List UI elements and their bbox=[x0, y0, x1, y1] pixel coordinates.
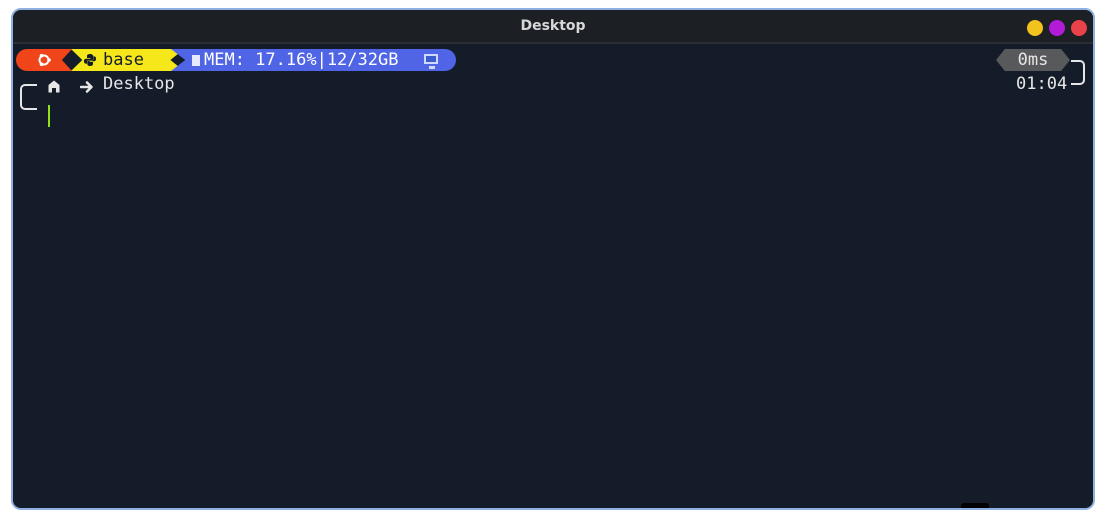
terminal-window: Desktop base MEM: 17.16%|12/32GB 0ms 01:… bbox=[11, 8, 1095, 510]
terminal-area[interactable]: base MEM: 17.16%|12/32GB 0ms 01:04 Deskt… bbox=[13, 44, 1093, 508]
close-button[interactable] bbox=[1071, 20, 1087, 36]
memory-segment: MEM: 17.16%|12/32GB bbox=[171, 49, 456, 71]
prompt-bracket-left bbox=[20, 84, 37, 110]
clock-time: 01:04 bbox=[1016, 74, 1068, 94]
current-directory: Desktop bbox=[103, 74, 175, 94]
ubuntu-icon bbox=[38, 53, 51, 67]
home-icon bbox=[48, 80, 60, 93]
text-cursor[interactable] bbox=[48, 105, 50, 127]
title-bar[interactable]: Desktop bbox=[13, 10, 1093, 44]
duration-segment: 0ms bbox=[996, 49, 1070, 71]
python-icon bbox=[84, 54, 96, 66]
conda-env-segment: base bbox=[71, 49, 184, 71]
minimize-button[interactable] bbox=[1027, 20, 1043, 36]
prompt-bracket-right bbox=[1071, 60, 1085, 85]
monitor-icon bbox=[424, 54, 438, 69]
maximize-button[interactable] bbox=[1049, 20, 1065, 36]
env-label: base bbox=[103, 50, 144, 70]
memory-label: MEM: 17.16%|12/32GB bbox=[204, 50, 399, 70]
arrow-right-icon bbox=[80, 81, 93, 93]
os-segment bbox=[16, 49, 72, 71]
duration-label: 0ms bbox=[1017, 50, 1049, 70]
window-title: Desktop bbox=[520, 18, 586, 34]
memory-chip-icon bbox=[192, 55, 200, 66]
scrollbar-handle[interactable] bbox=[961, 503, 989, 508]
